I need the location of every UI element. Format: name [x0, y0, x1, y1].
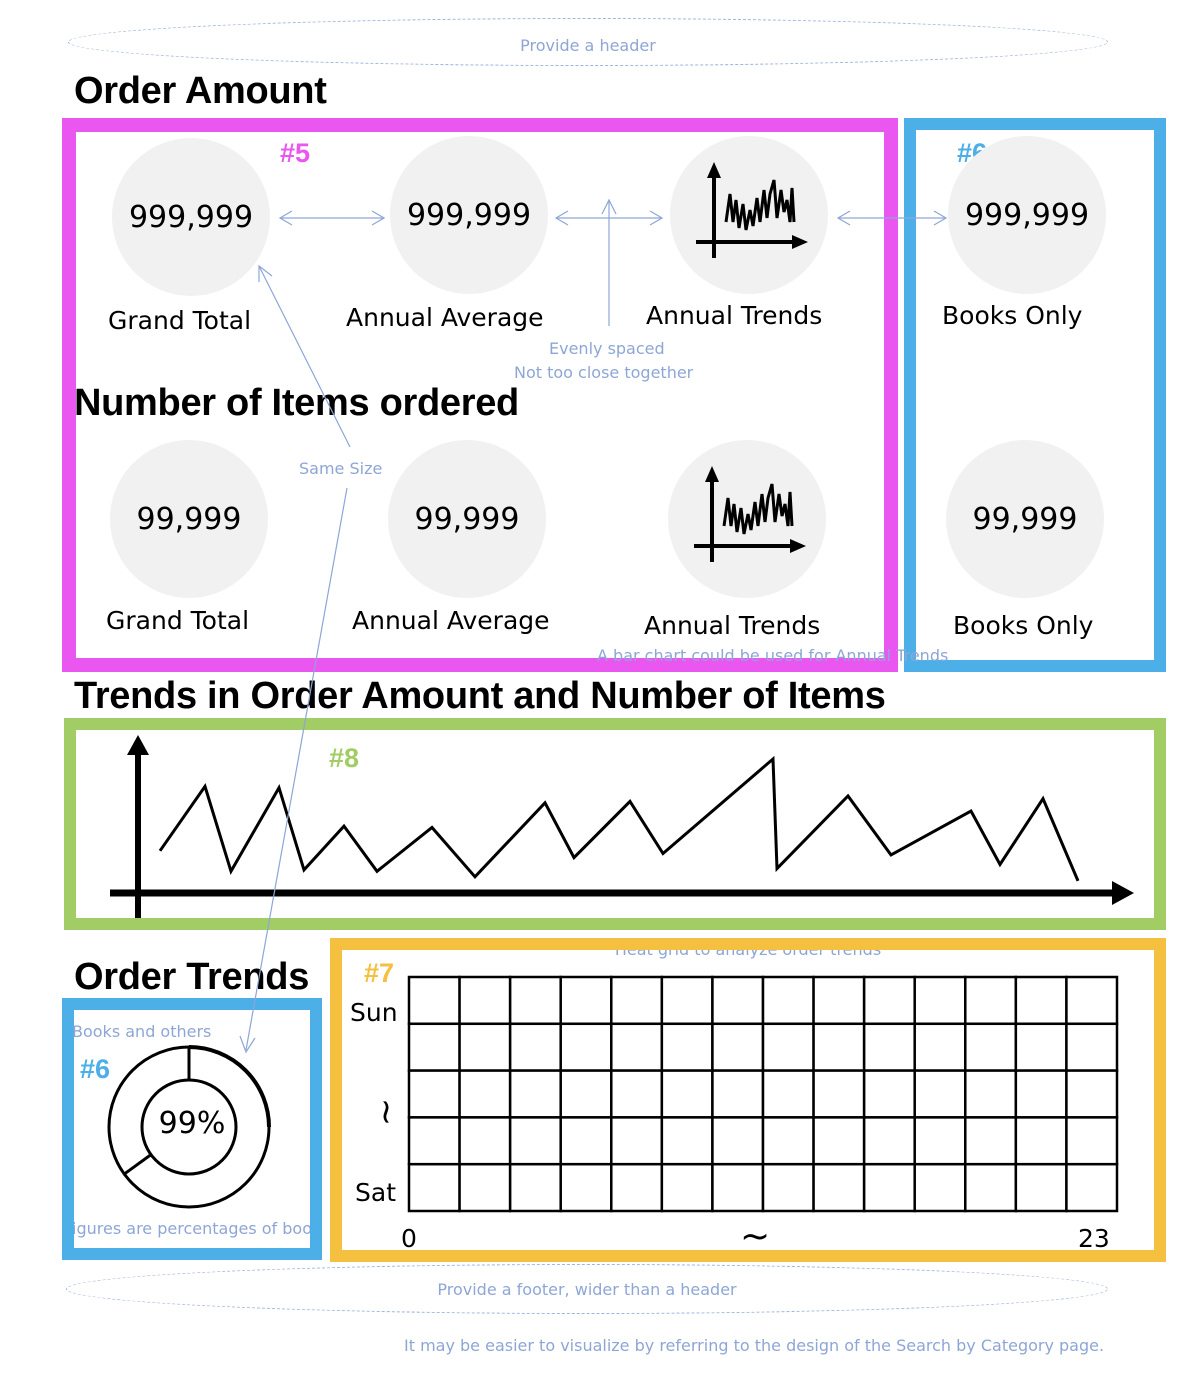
heatmap-cell — [862, 1162, 916, 1213]
heatmap-cell — [812, 1116, 866, 1166]
heatmap-cell — [964, 1022, 1018, 1072]
heatmap-cell — [559, 1069, 613, 1119]
donut-footnote: Figures are percentages of books — [74, 1219, 310, 1238]
heatmap-cell — [407, 1022, 461, 1072]
heatmap-cell — [761, 1162, 815, 1213]
heatmap-cell — [559, 1022, 613, 1072]
heatmap-cell — [458, 1022, 512, 1072]
heatmap-cell — [559, 975, 613, 1026]
heatmap-caption: Heat grid to analyze order trends — [342, 950, 1154, 962]
donut-slice-divider-others — [123, 1153, 152, 1176]
x-axis-arrow — [1112, 881, 1134, 905]
heatmap-cell — [711, 1162, 765, 1213]
heatmap-cell — [1014, 1069, 1068, 1119]
donut-footnote-text: Figures are percentages of books — [74, 1219, 310, 1238]
heatmap-cell — [660, 1162, 714, 1213]
heatmap-cell — [610, 1022, 664, 1072]
heatmap-cell — [1065, 1069, 1119, 1119]
footer-placeholder: Provide a footer, wider than a header — [66, 1264, 1108, 1314]
heatmap-cell — [711, 975, 765, 1026]
heatmap-cell — [610, 1162, 664, 1213]
heatmap-cell — [1065, 1116, 1119, 1166]
heatmap-cell — [407, 1069, 461, 1119]
heatmap-cell — [1065, 1162, 1119, 1213]
heatmap-cell — [458, 1116, 512, 1166]
heatmap-cell — [559, 1116, 613, 1166]
heatmap-cell — [862, 1069, 916, 1119]
heatmap-cell — [407, 975, 461, 1026]
heatmap-cell — [862, 975, 916, 1026]
heatmap-cell — [610, 975, 664, 1026]
heatmap-cell — [1014, 1022, 1068, 1072]
heatmap-row-label-ellipsis: ~ — [366, 1097, 407, 1127]
donut-caption: Books and others — [72, 1022, 212, 1041]
heatmap-col-label-23: 23 — [1078, 1224, 1110, 1253]
heatmap-cell — [407, 1162, 461, 1213]
heatmap-cell — [559, 1162, 613, 1213]
trend-series-line — [158, 755, 1080, 882]
section-6-donut-tag: #6 — [80, 1054, 111, 1084]
heatmap-cell — [812, 1069, 866, 1119]
heatmap-cell — [913, 1069, 967, 1119]
heatmap-cell — [964, 1116, 1018, 1166]
heatmap-cell — [964, 1162, 1018, 1213]
heatmap-cell — [964, 1069, 1018, 1119]
heatmap-cell — [660, 975, 714, 1026]
heatmap-cell — [812, 1162, 866, 1213]
heatmap-cell — [508, 975, 562, 1026]
heatmap-cell — [913, 1022, 967, 1072]
heatmap-cell — [913, 1162, 967, 1213]
heatmap-cell — [458, 975, 512, 1026]
heatmap-caption-text: Heat grid to analyze order trends — [615, 950, 881, 959]
heatmap-cell — [913, 1116, 967, 1166]
heatmap-cell — [610, 1069, 664, 1119]
heatmap-row-label-sat: Sat — [355, 1178, 396, 1207]
footer-placeholder-text: Provide a footer, wider than a header — [437, 1279, 737, 1299]
heatmap-cell — [1065, 975, 1119, 1026]
heatmap-cell — [862, 1022, 916, 1072]
donut-center-value: 99% — [158, 1106, 226, 1141]
heatmap-cell — [610, 1116, 664, 1166]
section-7-tag: #7 — [364, 958, 395, 988]
heatmap-cell — [964, 975, 1018, 1026]
heatmap-cell — [761, 1022, 815, 1072]
heatmap-cell — [458, 1069, 512, 1119]
order-trends-title: Order Trends — [74, 956, 310, 998]
heatmap-cell — [508, 1116, 562, 1166]
heatmap-cell — [1065, 1022, 1119, 1072]
heatmap-cell — [711, 1116, 765, 1166]
heatmap-cell — [660, 1069, 714, 1119]
heatmap-cell — [508, 1069, 562, 1119]
heatmap-cell — [761, 975, 815, 1026]
heatmap-cell — [812, 1022, 866, 1072]
heatmap-cell — [660, 1022, 714, 1072]
heatmap-cell — [761, 1116, 815, 1166]
heatmap-cell — [862, 1116, 916, 1166]
heatmap-cell — [711, 1022, 765, 1072]
heatmap-cell — [1014, 1116, 1068, 1166]
heatmap-cell — [660, 1116, 714, 1166]
heatmap-cell — [508, 1162, 562, 1213]
heatmap-cell — [812, 975, 866, 1026]
heatmap-cell — [761, 1069, 815, 1119]
y-axis-arrow — [127, 735, 149, 755]
heatmap-col-label-ellipsis: ~ — [740, 1216, 771, 1257]
heatmap-cell — [458, 1162, 512, 1213]
footer-note: It may be easier to visualize by referri… — [404, 1336, 1105, 1355]
heatmap-cell — [1014, 975, 1068, 1026]
heatmap-cell — [407, 1116, 461, 1166]
heatmap-cell — [1014, 1162, 1068, 1213]
heatmap-cell — [711, 1069, 765, 1119]
heatmap-cell — [913, 975, 967, 1026]
heatmap-grid — [407, 975, 1119, 1213]
heatmap-row-label-sun: Sun — [350, 998, 398, 1027]
heatmap-col-label-0: 0 — [401, 1224, 417, 1253]
heatmap-cell — [508, 1022, 562, 1072]
